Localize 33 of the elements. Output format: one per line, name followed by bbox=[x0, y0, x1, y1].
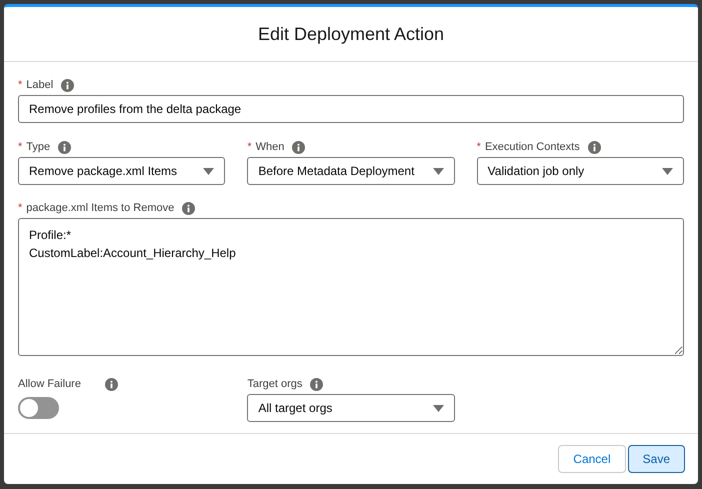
field-label: Execution Contexts bbox=[484, 140, 580, 155]
field-label: When bbox=[256, 140, 284, 155]
caret-icon bbox=[432, 404, 444, 412]
modal-title: Edit Deployment Action bbox=[258, 22, 444, 46]
dropdown-select[interactable]: Validation job only bbox=[476, 157, 684, 185]
info-icon bbox=[588, 140, 601, 154]
field-label: Type bbox=[26, 140, 50, 155]
required-asterisk: * bbox=[18, 140, 22, 155]
caret-icon bbox=[432, 168, 444, 174]
info-icon bbox=[61, 78, 74, 92]
info-icon bbox=[104, 378, 118, 390]
info-icon bbox=[310, 378, 324, 390]
field-label: Target orgs bbox=[247, 376, 302, 392]
info-icon bbox=[58, 140, 72, 154]
field-label: package.xml Items to Remove bbox=[26, 200, 174, 216]
dropdown-select[interactable]: All target orgs bbox=[247, 394, 455, 422]
toggle-switch[interactable] bbox=[18, 397, 59, 419]
required-asterisk: * bbox=[18, 78, 22, 93]
field-label: Allow Failure bbox=[18, 376, 81, 392]
dropdown-select[interactable]: Remove package.xml Items bbox=[18, 157, 226, 185]
required-asterisk: * bbox=[247, 140, 252, 155]
required-asterisk: * bbox=[476, 140, 481, 155]
cancel-button[interactable]: Cancel bbox=[558, 445, 626, 473]
caret-icon bbox=[662, 168, 673, 174]
items-textarea[interactable]: Profile:* CustomLabel:Account_Hierarchy_Help bbox=[18, 218, 684, 356]
save-button[interactable]: Save bbox=[628, 445, 685, 473]
required-asterisk: * bbox=[18, 200, 22, 216]
dropdown-select[interactable]: Before Metadata Deployment bbox=[247, 157, 455, 185]
field-label: Label bbox=[26, 78, 54, 93]
label-input[interactable]: Remove profiles from the delta package bbox=[18, 95, 684, 123]
caret-icon bbox=[203, 168, 214, 174]
info-icon bbox=[292, 140, 306, 154]
info-icon bbox=[182, 202, 196, 214]
